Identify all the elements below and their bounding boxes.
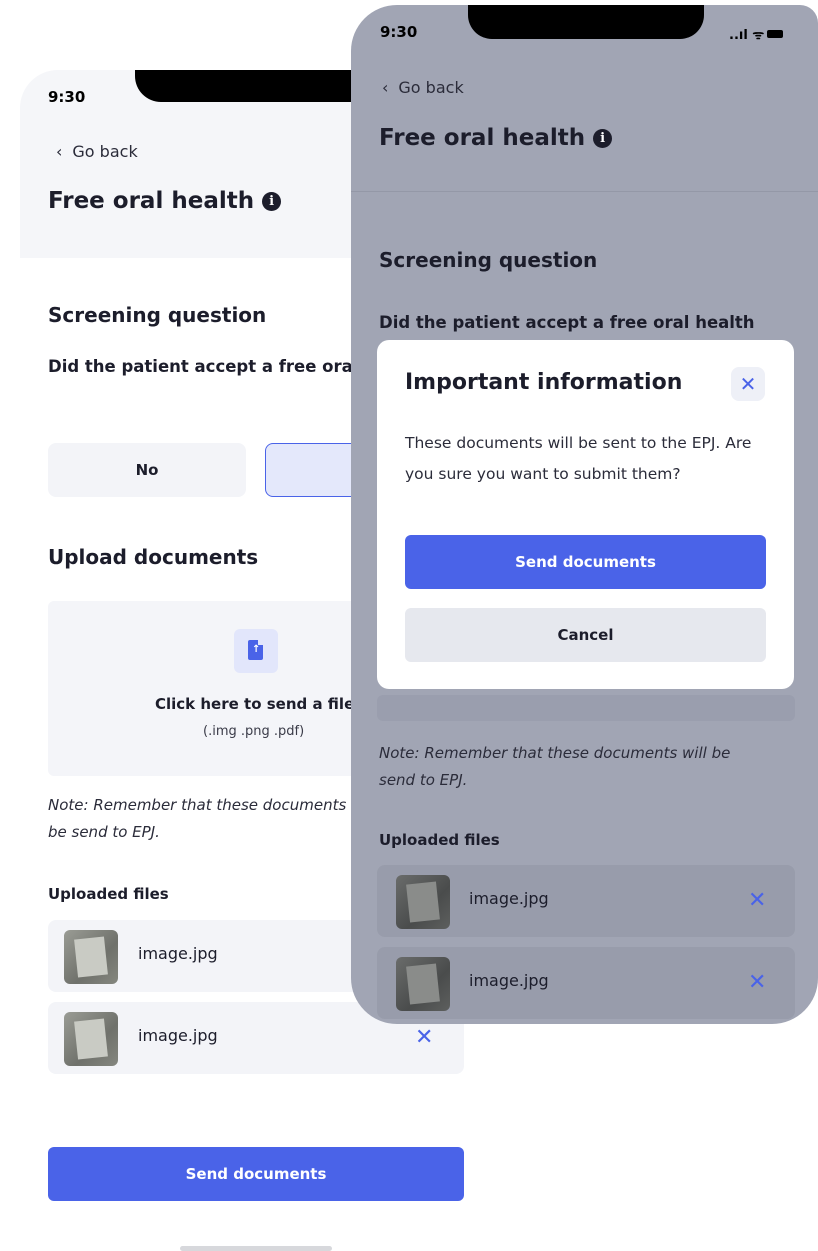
uploaded-files-label: Uploaded files [48, 885, 169, 903]
close-icon[interactable]: ✕ [731, 367, 765, 401]
upload-dropzone [377, 695, 795, 721]
phone-notch [468, 5, 704, 39]
upload-section-title: Upload documents [48, 545, 259, 569]
go-back-label: Go back [72, 142, 138, 161]
go-back-label: Go back [398, 78, 464, 97]
remove-file-icon[interactable]: ✕ [415, 1027, 433, 1049]
page-title-text: Free oral health [48, 188, 255, 214]
page-title: Free oral health i [379, 125, 613, 151]
file-upload-icon: ↑ [234, 629, 278, 673]
chevron-left-icon: ‹ [382, 78, 389, 97]
screening-section-title: Screening question [48, 303, 267, 327]
status-time: 9:30 [380, 23, 418, 41]
uploaded-file-row: image.jpg ✕ [377, 865, 795, 937]
home-indicator [180, 1246, 332, 1251]
header-divider [351, 191, 818, 192]
file-thumbnail [64, 1012, 118, 1066]
file-thumbnail [396, 875, 450, 929]
go-back-link[interactable]: ‹ Go back [382, 78, 464, 97]
file-name: image.jpg [138, 1026, 218, 1045]
confirmation-modal: Important information ✕ These documents … [377, 340, 794, 689]
file-thumbnail [396, 957, 450, 1011]
screening-question: Did the patient accept a free oral healt… [379, 313, 755, 332]
file-name: image.jpg [469, 889, 549, 908]
screening-section-title: Screening question [379, 248, 598, 272]
cancel-button[interactable]: Cancel [405, 608, 766, 662]
info-icon[interactable]: i [593, 129, 613, 148]
chevron-left-icon: ‹ [56, 142, 63, 161]
status-icons: ..ıl ᯤ [729, 25, 784, 43]
file-thumbnail [64, 930, 118, 984]
uploaded-file-row: image.jpg ✕ [377, 947, 795, 1019]
file-name: image.jpg [138, 944, 218, 963]
signal-wifi-icon: ..ıl ᯤ [729, 28, 765, 43]
send-documents-button[interactable]: Send documents [405, 535, 766, 589]
modal-message: These documents will be sent to the EPJ.… [405, 434, 752, 483]
remove-file-icon[interactable]: ✕ [748, 972, 766, 994]
uploaded-files-label: Uploaded files [379, 831, 500, 849]
file-name: image.jpg [469, 971, 549, 990]
epj-note: Note: Remember that these documents will… [379, 744, 731, 789]
modal-title: Important information [405, 370, 683, 395]
battery-icon [767, 30, 784, 38]
send-documents-button[interactable]: Send documents [48, 1147, 464, 1201]
answer-no-button[interactable]: No [48, 443, 246, 497]
go-back-link[interactable]: ‹ Go back [56, 142, 138, 161]
epj-note: Note: Remember that these documents will… [48, 796, 376, 841]
upload-file-types: (.img .png .pdf) [203, 724, 305, 739]
info-icon[interactable]: i [262, 192, 282, 211]
page-title: Free oral health i [48, 188, 282, 214]
remove-file-icon[interactable]: ✕ [748, 890, 766, 912]
page-title-text: Free oral health [379, 125, 586, 151]
upload-cta: Click here to send a file [155, 695, 355, 713]
status-time: 9:30 [48, 88, 86, 106]
